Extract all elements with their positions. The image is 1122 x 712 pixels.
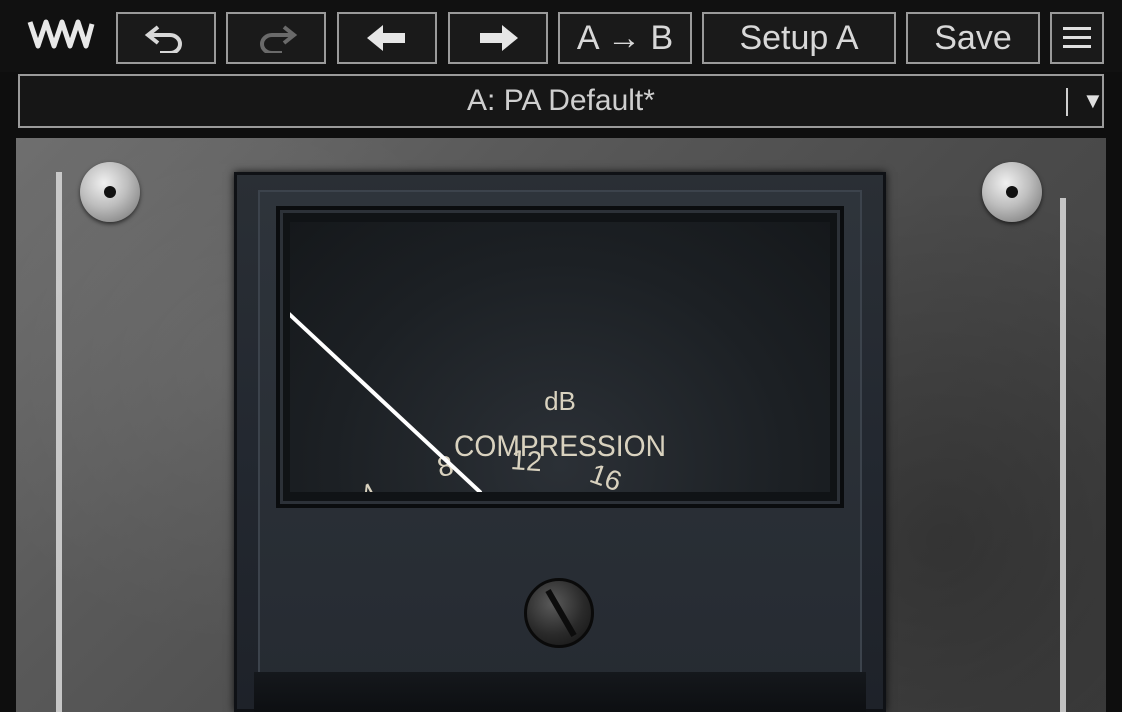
- zero-adjust-screw[interactable]: [524, 578, 594, 648]
- left-rail: [56, 172, 62, 712]
- save-label: Save: [934, 18, 1012, 57]
- preset-selector[interactable]: A: PA Default* ▼: [18, 74, 1104, 128]
- setup-label: Setup A: [739, 18, 859, 57]
- copy-a-to-b-button[interactable]: A → B: [558, 12, 692, 64]
- preset-divider: [1066, 88, 1068, 116]
- meter-window: 048121620dBCOMPRESSION: [276, 206, 844, 508]
- previous-preset-button[interactable]: [337, 12, 437, 64]
- toolbar: A → B Setup A Save: [0, 0, 1122, 72]
- undo-button[interactable]: [116, 12, 216, 64]
- redo-icon: [254, 23, 298, 53]
- next-preset-button[interactable]: [448, 12, 548, 64]
- arrow-left-icon: [365, 23, 409, 53]
- save-button[interactable]: Save: [906, 12, 1040, 64]
- preset-name: A: PA Default*: [467, 84, 655, 117]
- ab-label: A → B: [576, 18, 674, 57]
- right-rail: [1060, 198, 1066, 712]
- meter-scale-label: 4: [355, 477, 383, 492]
- meter-face: 048121620dBCOMPRESSION: [290, 222, 830, 492]
- screw-icon: [80, 162, 140, 222]
- meter-title-label: COMPRESSION: [454, 430, 666, 463]
- plugin-panel: 048121620dBCOMPRESSION: [16, 138, 1106, 712]
- undo-icon: [144, 23, 188, 53]
- setup-toggle-button[interactable]: Setup A: [702, 12, 896, 64]
- redo-button[interactable]: [226, 12, 326, 64]
- meter-foot: [254, 672, 866, 712]
- gain-reduction-meter: 048121620dBCOMPRESSION: [234, 172, 886, 712]
- waves-logo-icon: [26, 14, 96, 64]
- dropdown-arrow-icon[interactable]: ▼: [1082, 76, 1104, 126]
- meter-unit-label: dB: [544, 386, 576, 416]
- arrow-right-icon: [476, 23, 520, 53]
- menu-button[interactable]: [1050, 12, 1104, 64]
- screw-icon: [982, 162, 1042, 222]
- hamburger-menu-icon: [1061, 24, 1093, 52]
